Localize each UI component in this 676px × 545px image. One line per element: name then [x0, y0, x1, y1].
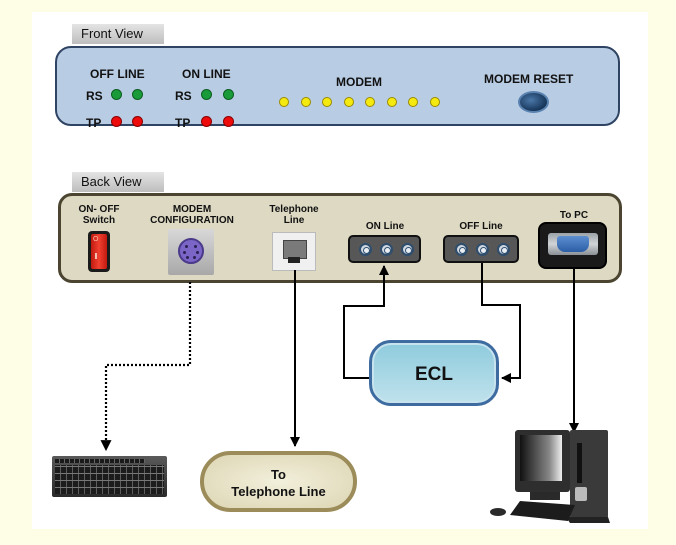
- keyboard-dotted-line: [100, 282, 192, 452]
- keyboard-icon: [52, 456, 167, 497]
- desktop-computer-icon: [490, 430, 610, 523]
- telephone-line-terminal: To Telephone Line: [200, 451, 357, 512]
- ecl-label: ECL: [415, 364, 453, 385]
- key-grid: [55, 465, 164, 494]
- ecl-node: ECL: [369, 340, 499, 406]
- function-keys: [55, 459, 145, 463]
- telephone-terminal-label: To Telephone Line: [231, 467, 326, 499]
